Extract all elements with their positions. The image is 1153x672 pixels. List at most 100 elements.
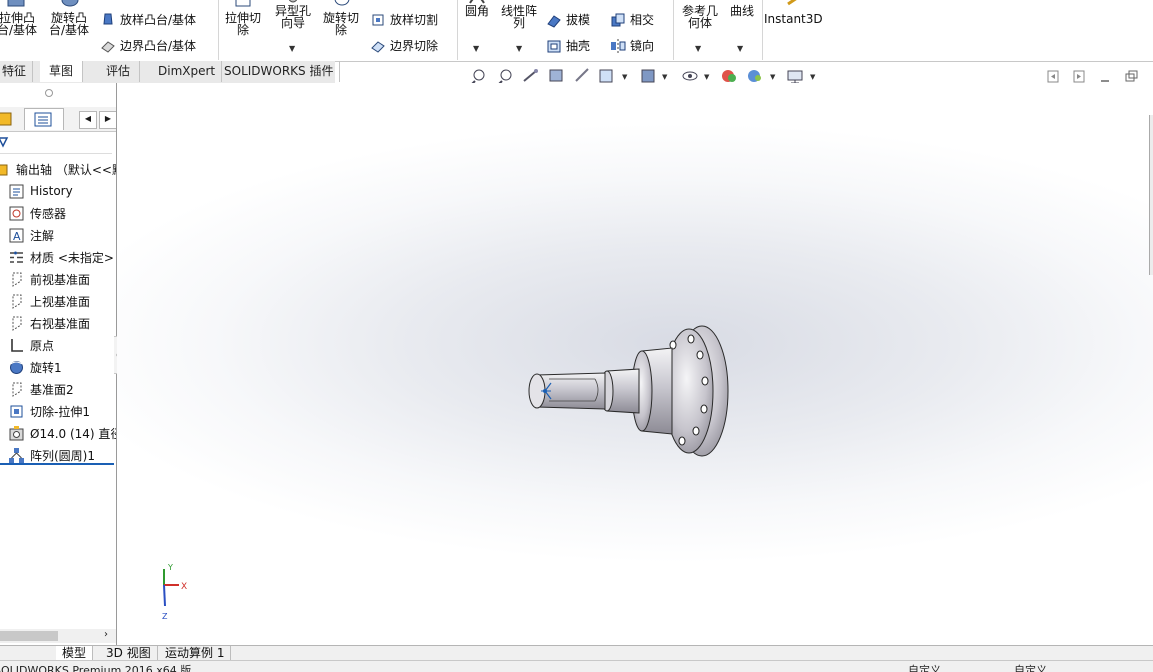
linear-pattern-button[interactable]: 线性阵 列 xyxy=(498,5,540,29)
panel-splitter-handle[interactable] xyxy=(45,89,53,97)
graphics-area[interactable]: Y X Z xyxy=(117,83,1153,645)
tree-item[interactable]: 上视基准面 xyxy=(8,291,90,311)
mirror-icon xyxy=(611,39,626,53)
ribbon-divider xyxy=(762,0,763,60)
view-orientation-icon[interactable]: ▼ xyxy=(599,69,628,83)
hole-wizard-dropdown-icon[interactable]: ▼ xyxy=(289,44,295,53)
horizontal-scrollbar[interactable]: › xyxy=(0,629,116,643)
tree-item[interactable]: 阵列(圆周)1 xyxy=(8,445,95,465)
tree-item[interactable]: 传感器 xyxy=(8,203,66,223)
tab-model[interactable]: 模型 xyxy=(56,646,94,661)
tree-item[interactable]: 旋转1 xyxy=(8,357,62,377)
curves-button[interactable]: 曲线 xyxy=(724,5,760,17)
linear-pattern-dropdown-icon[interactable]: ▼ xyxy=(516,44,522,53)
shell-button[interactable]: 抽壳 xyxy=(546,38,590,54)
instant3d-button[interactable]: Instant3D xyxy=(764,13,823,25)
tree-item[interactable]: A 注解 xyxy=(8,225,54,245)
viewport-previous-icon[interactable] xyxy=(1047,70,1059,83)
ribbon-divider xyxy=(218,0,219,60)
feature-manager-panel: ◀ ▶ 输出轴 （默认<<默认 History 传感器 A 注解材质 <未指定> 前视基… xyxy=(0,83,117,645)
circular-pattern-icon xyxy=(9,447,24,463)
tree-root-part[interactable]: 输出轴 （默认<<默认 xyxy=(0,159,116,179)
tree-item[interactable]: History xyxy=(8,181,73,201)
panel-tab-bar: ◀ ▶ xyxy=(0,107,116,132)
tree-item[interactable]: 前视基准面 xyxy=(8,269,90,289)
status-bar: SOLIDWORKS Premium 2016 x64 版 自定义 自定义 xyxy=(0,660,1153,672)
tab-features[interactable]: 特征 xyxy=(0,61,34,82)
fillet-button[interactable]: 圆角 xyxy=(458,5,496,17)
ribbon-divider xyxy=(673,0,674,60)
tab-motion-study[interactable]: 运动算例 1 xyxy=(159,646,232,661)
extrude-boss-button[interactable]: 拉伸凸 台/基体 xyxy=(0,12,40,36)
task-pane-edge[interactable] xyxy=(1149,115,1153,275)
tab-3d-views[interactable]: 3D 视图 xyxy=(100,646,158,661)
revolve-boss-button[interactable]: 旋转凸 台/基体 xyxy=(46,12,92,36)
triad-z-label: Z xyxy=(162,612,168,621)
tab-scroll-left-icon[interactable]: ◀ xyxy=(79,111,97,129)
loft-boss-button[interactable]: 放样凸台/基体 xyxy=(100,12,196,28)
intersect-label: 相交 xyxy=(630,13,655,27)
instant3d-icon xyxy=(786,0,804,9)
curves-dropdown-icon[interactable]: ▼ xyxy=(737,44,743,53)
tree-item[interactable]: 右视基准面 xyxy=(8,313,90,333)
boundary-cut-icon xyxy=(371,41,385,53)
shaft-step-mid xyxy=(600,368,640,414)
display-style-icon[interactable]: ▼ xyxy=(641,69,668,83)
tab-evaluate[interactable]: 评估 xyxy=(97,61,140,82)
zoom-to-fit-icon[interactable] xyxy=(471,69,485,85)
shell-label: 抽壳 xyxy=(566,39,591,53)
loft-cut-label: 放样切割 xyxy=(390,13,439,27)
revolve-cut-button[interactable]: 旋转切 除 xyxy=(318,12,364,36)
draft-button[interactable]: 拔模 xyxy=(546,12,590,28)
intersect-button[interactable]: 相交 xyxy=(610,12,654,28)
previous-view-icon[interactable] xyxy=(523,69,538,82)
apply-scene-icon[interactable]: ▼ xyxy=(748,70,776,82)
property-manager-tab-icon[interactable] xyxy=(24,108,64,130)
filter-bar[interactable] xyxy=(0,135,112,154)
feature-manager-tab-icon[interactable] xyxy=(0,109,18,129)
zoom-to-area-icon[interactable] xyxy=(498,69,512,85)
reference-geometry-dropdown-icon[interactable]: ▼ xyxy=(695,44,701,53)
revolve-cut-icon xyxy=(333,0,351,11)
edit-appearance-icon[interactable] xyxy=(722,70,736,82)
rollback-bar[interactable] xyxy=(0,463,114,465)
tab-solidworks-addins[interactable]: SOLIDWORKS 插件 xyxy=(218,61,341,82)
intersect-icon xyxy=(611,13,625,27)
plane-icon xyxy=(12,382,22,397)
viewport-next-icon[interactable] xyxy=(1073,70,1085,83)
reference-geometry-button[interactable]: 参考几 何体 xyxy=(678,5,722,29)
tree-item[interactable]: 材质 <未指定> xyxy=(8,247,114,267)
shaft-model[interactable]: Y X Z xyxy=(117,83,1153,645)
svg-text:A: A xyxy=(13,230,21,243)
tab-dimxpert[interactable]: DimXpert xyxy=(152,61,223,82)
annotation-icon: A xyxy=(9,228,24,243)
dynamic-annotation-icon[interactable] xyxy=(575,68,589,82)
loft-boss-label: 放样凸台/基体 xyxy=(120,13,197,27)
mirror-label: 镜向 xyxy=(630,39,655,53)
tree-item[interactable]: 切除-拉伸1 xyxy=(8,401,90,421)
hide-show-items-icon[interactable]: ▼ xyxy=(682,71,710,81)
fillet-dropdown-icon[interactable]: ▼ xyxy=(473,44,479,53)
tree-item[interactable]: 原点 xyxy=(8,335,54,355)
hole-wizard-button[interactable]: 异型孔 向导 xyxy=(270,5,316,29)
tree-item[interactable]: Ø14.0 (14) 直径 xyxy=(8,423,116,443)
scroll-right-icon[interactable]: › xyxy=(104,629,108,640)
part-icon xyxy=(0,164,8,175)
svg-text:▼: ▼ xyxy=(810,73,816,81)
view-settings-icon[interactable]: ▼ xyxy=(787,70,816,84)
boundary-boss-button[interactable]: 边界凸台/基体 xyxy=(100,38,196,54)
tree-item[interactable]: 基准面2 xyxy=(8,379,74,399)
tree-root-label: 输出轴 （默认<<默认 xyxy=(16,162,116,177)
plane-icon xyxy=(12,272,22,287)
mirror-button[interactable]: 镜向 xyxy=(610,38,654,54)
restore-icon[interactable] xyxy=(1125,70,1138,82)
section-view-icon[interactable] xyxy=(549,69,563,82)
tab-sketch[interactable]: 草图 xyxy=(40,61,83,82)
tab-scroll-right-icon[interactable]: ▶ xyxy=(99,111,116,129)
triad-y-label: Y xyxy=(167,563,173,572)
extrude-cut-button[interactable]: 拉伸切 除 xyxy=(220,12,266,36)
scrollbar-thumb[interactable] xyxy=(0,631,58,641)
tree-item-label: History xyxy=(30,184,73,198)
loft-cut-button[interactable]: 放样切割 xyxy=(370,12,438,28)
boundary-cut-button[interactable]: 边界切除 xyxy=(370,38,438,54)
